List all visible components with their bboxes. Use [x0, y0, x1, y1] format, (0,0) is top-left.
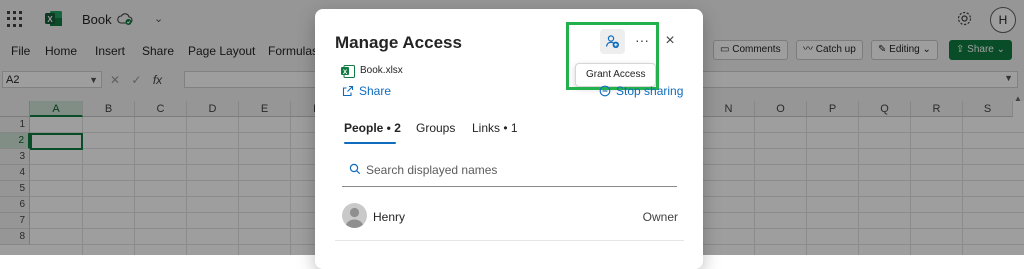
stop-sharing-label: Stop sharing — [616, 84, 684, 98]
tab-groups[interactable]: Groups — [416, 121, 455, 135]
search-box[interactable] — [342, 157, 677, 187]
active-tab-indicator — [344, 142, 396, 144]
permission-role[interactable]: Owner — [643, 210, 678, 224]
dialog-title: Manage Access — [335, 33, 462, 52]
close-button[interactable]: × — [661, 32, 679, 50]
stop-icon — [599, 85, 611, 97]
excel-app: X Book ⌄ H File Home Insert Share Page L… — [0, 0, 1024, 269]
file-name: Book.xlsx — [360, 65, 403, 76]
excel-file-icon: X — [341, 65, 355, 78]
avatar — [342, 203, 367, 228]
search-icon — [349, 163, 361, 175]
share-link-button[interactable]: Share — [342, 84, 391, 98]
tab-links[interactable]: Links • 1 — [472, 121, 518, 135]
person-name: Henry — [373, 210, 406, 224]
share-icon — [342, 85, 354, 97]
search-input[interactable] — [366, 161, 666, 179]
tab-people[interactable]: People • 2 — [344, 121, 401, 135]
highlight-annotation — [566, 22, 659, 90]
share-link-label: Share — [359, 84, 392, 98]
person-icon — [345, 207, 364, 228]
stop-sharing-button[interactable]: Stop sharing — [599, 84, 683, 98]
svg-text:X: X — [343, 69, 348, 76]
manage-access-dialog: Manage Access ··· × Grant Access X Book.… — [315, 9, 703, 269]
list-item[interactable]: Henry Owner — [335, 200, 684, 241]
